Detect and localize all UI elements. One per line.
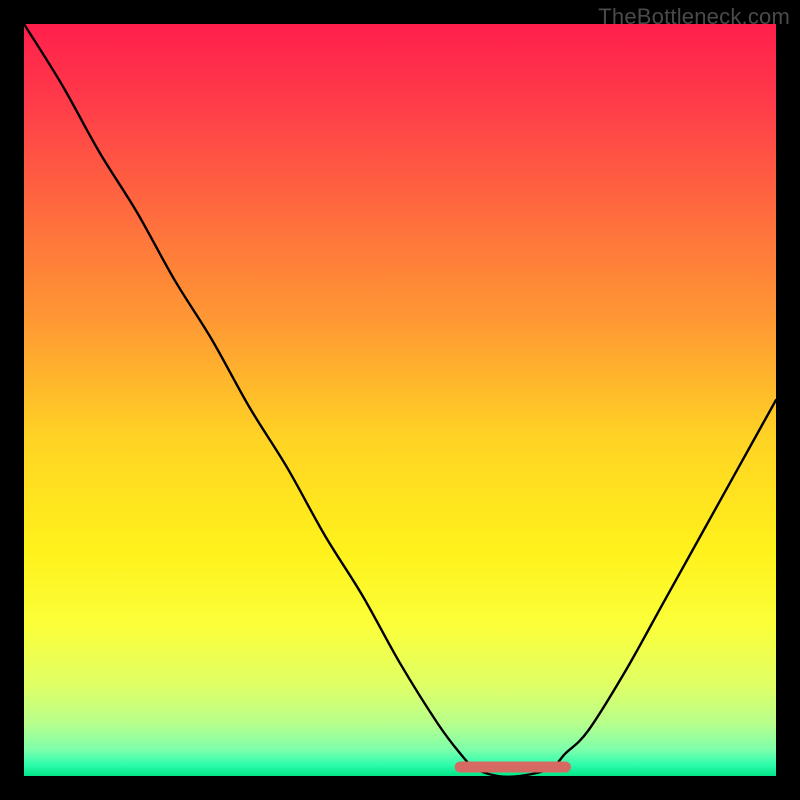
chart-frame: TheBottleneck.com	[0, 0, 800, 800]
plot-svg	[24, 24, 776, 776]
bottleneck-plot	[24, 24, 776, 776]
watermark-text: TheBottleneck.com	[598, 4, 790, 30]
